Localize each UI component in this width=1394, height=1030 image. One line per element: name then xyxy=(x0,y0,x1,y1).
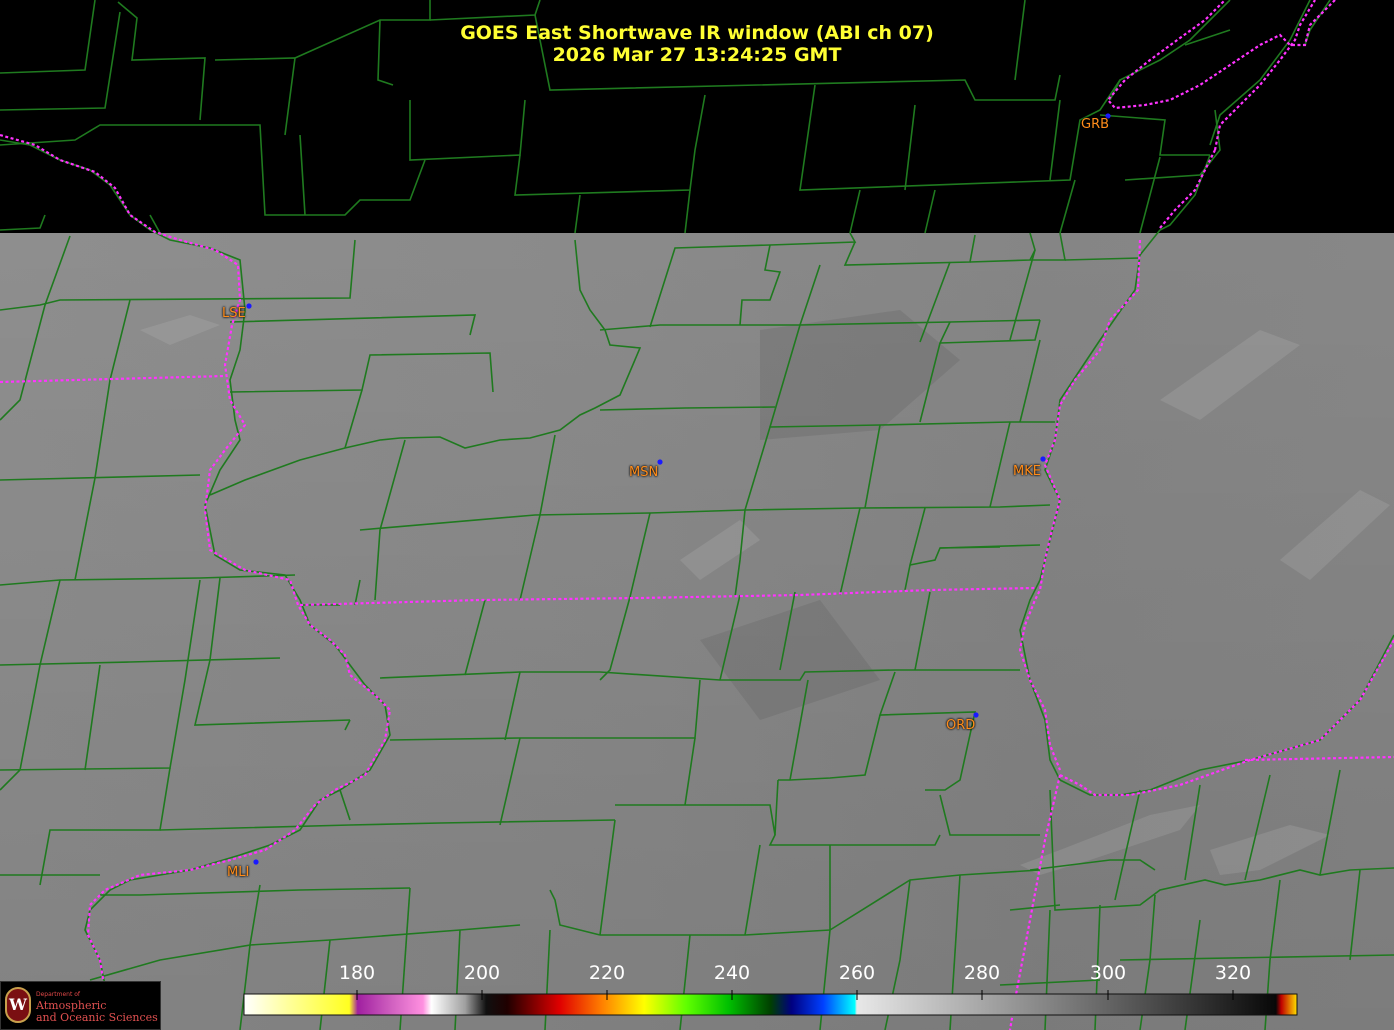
city-label-lse: LSE xyxy=(222,306,246,321)
image-title: GOES East Shortwave IR window (ABI ch 07… xyxy=(460,22,934,44)
colorbar-gradient xyxy=(243,993,1298,1016)
colorbar-tick-280: 280 xyxy=(963,962,1001,984)
colorbar-tick-320: 320 xyxy=(1214,962,1252,984)
city-label-grb: GRB xyxy=(1081,117,1110,132)
satellite-map xyxy=(0,0,1394,1030)
logo-name-line2: and Oceanic Sciences xyxy=(36,1011,158,1024)
satellite-image-viewer: GOES East Shortwave IR window (ABI ch 07… xyxy=(0,0,1394,1030)
city-dot-ord xyxy=(973,712,979,718)
city-dot-mke xyxy=(1040,456,1046,462)
colorbar-tick-220: 220 xyxy=(588,962,626,984)
city-label-ord: ORD xyxy=(946,718,976,733)
city-dot-msn xyxy=(657,459,663,465)
logo-department-line: Department of xyxy=(36,991,80,998)
colorbar-tick-200: 200 xyxy=(463,962,501,984)
uw-crest-icon: W xyxy=(5,987,31,1023)
city-label-mke: MKE xyxy=(1013,464,1041,479)
colorbar-tick-180: 180 xyxy=(338,962,376,984)
city-dot-mli xyxy=(253,859,259,865)
colorbar-tick-260: 260 xyxy=(838,962,876,984)
city-dot-lse xyxy=(246,303,252,309)
colorbar-tick-300: 300 xyxy=(1089,962,1127,984)
city-label-msn: MSN xyxy=(629,465,659,480)
city-label-mli: MLI xyxy=(227,865,250,880)
colorbar-tick-240: 240 xyxy=(713,962,751,984)
uw-aos-logo: W Department of Atmospheric and Oceanic … xyxy=(0,981,161,1030)
image-timestamp: 2026 Mar 27 13:24:25 GMT xyxy=(552,44,842,66)
